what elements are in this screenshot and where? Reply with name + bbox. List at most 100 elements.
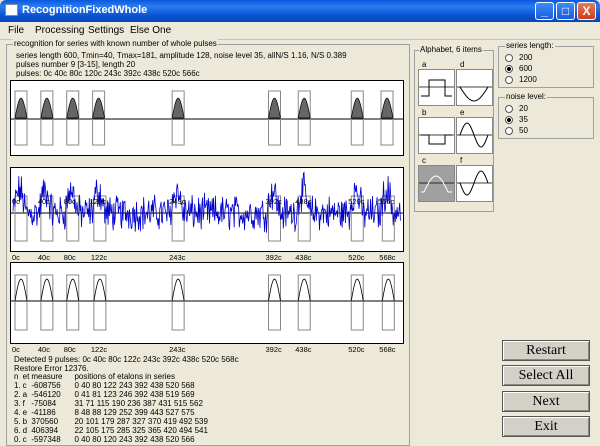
recognized-pulse-shape	[40, 278, 54, 302]
results-header-cell: measure	[31, 372, 63, 381]
detected-pulses-text: Detected 9 pulses: 0c 40c 80c 122c 243c …	[14, 355, 239, 364]
recognized-plot-svg	[11, 274, 403, 331]
radio-dot[interactable]	[505, 104, 513, 113]
maximize-button[interactable]: □	[556, 2, 575, 20]
title-bar[interactable]: RecognitionFixedWhole _ □ X	[0, 0, 600, 22]
results-cell: c	[22, 435, 27, 444]
menu-processing[interactable]: Processing	[35, 25, 84, 36]
results-row: 6. d 406394 22 105 175 285 325 365 420 494 …	[14, 426, 210, 435]
series-radios-option-1200[interactable]: 1200	[505, 75, 537, 84]
results-cell: 6.	[14, 426, 21, 435]
noise-radios-option-50[interactable]: 50	[505, 126, 528, 135]
axis-tick-label: 40c	[37, 345, 50, 354]
menu-settings[interactable]: Settings	[88, 25, 124, 36]
axis-tick-label: 40c	[37, 253, 50, 262]
radio-label: 20	[519, 104, 528, 113]
recognized-pulse-shape	[268, 278, 281, 302]
alphabet-item-f[interactable]	[456, 165, 493, 202]
alphabet-letter-e: e	[460, 108, 465, 117]
pulse-window	[171, 274, 185, 331]
pulse-shape	[380, 97, 394, 119]
results-cell: 4.	[14, 408, 21, 417]
recognized-pulse-shape	[93, 278, 107, 302]
alphabet-item-c[interactable]	[418, 165, 455, 202]
series-radios-option-600[interactable]: 600	[505, 64, 532, 73]
axis-tick-label: 392c	[265, 253, 282, 262]
pulse-shape	[297, 97, 311, 119]
pulse-shape	[14, 97, 28, 119]
pulse-window	[350, 274, 364, 331]
next-button[interactable]: Next	[502, 391, 590, 412]
minimize-button[interactable]: _	[535, 2, 554, 20]
results-cell: c	[22, 381, 27, 390]
radio-dot[interactable]	[505, 64, 513, 73]
noise-level-label: noise level:	[505, 92, 548, 101]
noise-radios-option-20[interactable]: 20	[505, 104, 528, 113]
alphabet-letter-b: b	[422, 108, 427, 117]
results-cell: -597348	[31, 435, 61, 444]
axis-tick-label: 438c	[295, 253, 312, 262]
results-cell: 370560	[31, 417, 59, 426]
axis-tick-label: 0c	[12, 253, 20, 262]
recognized-pulse-shape	[14, 278, 28, 302]
menu-file[interactable]: File	[8, 25, 24, 36]
results-cell: 2.	[14, 390, 21, 399]
menu-else-one[interactable]: Else One	[130, 25, 171, 36]
radio-dot[interactable]	[505, 126, 513, 135]
pulse-shape	[40, 97, 54, 119]
radio-dot[interactable]	[505, 115, 513, 124]
radio-label: 35	[519, 115, 528, 124]
pulse-shape	[268, 97, 281, 119]
alphabet-item-a[interactable]	[418, 69, 455, 106]
results-cell: 8 48 88 129 252 399 443 527 575	[74, 408, 195, 417]
close-button[interactable]: X	[577, 2, 596, 20]
axis-tick-label: 80c	[63, 253, 76, 262]
radio-dot[interactable]	[505, 53, 513, 62]
select-all-button[interactable]: Select All	[502, 365, 590, 386]
results-cell: 1.	[14, 381, 21, 390]
client-area: recognition for series with known number…	[0, 39, 600, 446]
radio-label: 1200	[519, 75, 537, 84]
axis-tick-label: 392c	[265, 197, 282, 206]
axis-tick-label: 122c	[90, 253, 108, 262]
pulse-shape	[66, 97, 80, 119]
recognized-pulse-shape	[66, 278, 80, 302]
results-header-cell: et	[22, 372, 30, 381]
app-icon	[5, 4, 18, 16]
results-row: 5. b 370560 20 101 179 287 327 370 419 492 …	[14, 417, 210, 426]
etalon-shape-f	[457, 170, 492, 196]
pulse-shape	[171, 97, 185, 119]
axis-tick-label: 80c	[63, 197, 76, 206]
recognized-pulse-shape	[381, 278, 395, 302]
results-cell: -41186	[31, 408, 56, 417]
axis-tick-label: 0c	[12, 345, 20, 354]
results-cell: 22 105 175 285 325 365 420 494 541	[74, 426, 208, 435]
axis-tick-label: 40c	[37, 197, 50, 206]
restart-button[interactable]: Restart	[502, 340, 590, 361]
alphabet-item-b[interactable]	[418, 117, 455, 154]
axis-tick-label: 520c	[348, 345, 365, 354]
results-cell: 406394	[31, 426, 59, 435]
results-row: 2. a -546120 0 41 81 123 246 392 438 519 56…	[14, 390, 210, 399]
pulse-shape	[92, 97, 106, 119]
exit-button[interactable]: Exit	[502, 416, 590, 437]
radio-dot[interactable]	[505, 75, 513, 84]
axis-tick-label: 438c	[295, 345, 312, 354]
radio-label: 600	[519, 64, 533, 73]
results-cell: b	[22, 417, 28, 426]
results-row: 0. c -597348 0 40 80 120 243 392 438 520 56…	[14, 435, 210, 444]
noisy-signal-svg	[11, 171, 403, 242]
etalon-shape-d	[457, 86, 492, 102]
alphabet-item-e[interactable]	[456, 117, 493, 154]
alphabet-item-d[interactable]	[456, 69, 493, 106]
results-cell: -546120	[31, 390, 61, 399]
axis-tick-label: 566c	[378, 197, 395, 206]
recognized-plot	[10, 262, 404, 344]
noise-radios-option-35[interactable]: 35	[505, 115, 528, 124]
axis-tick-label: 438c	[295, 197, 312, 206]
info-line-3: pulses: 0c 40c 80c 120c 243c 392c 438c 5…	[16, 69, 200, 78]
series-radios-option-200[interactable]: 200	[505, 53, 532, 62]
results-row: 3. f -75084 31 71 115 190 236 387 431 515 5…	[14, 399, 210, 408]
axis-tick-label: 120c	[89, 197, 106, 206]
axis-tick-label: 80c	[63, 345, 76, 354]
